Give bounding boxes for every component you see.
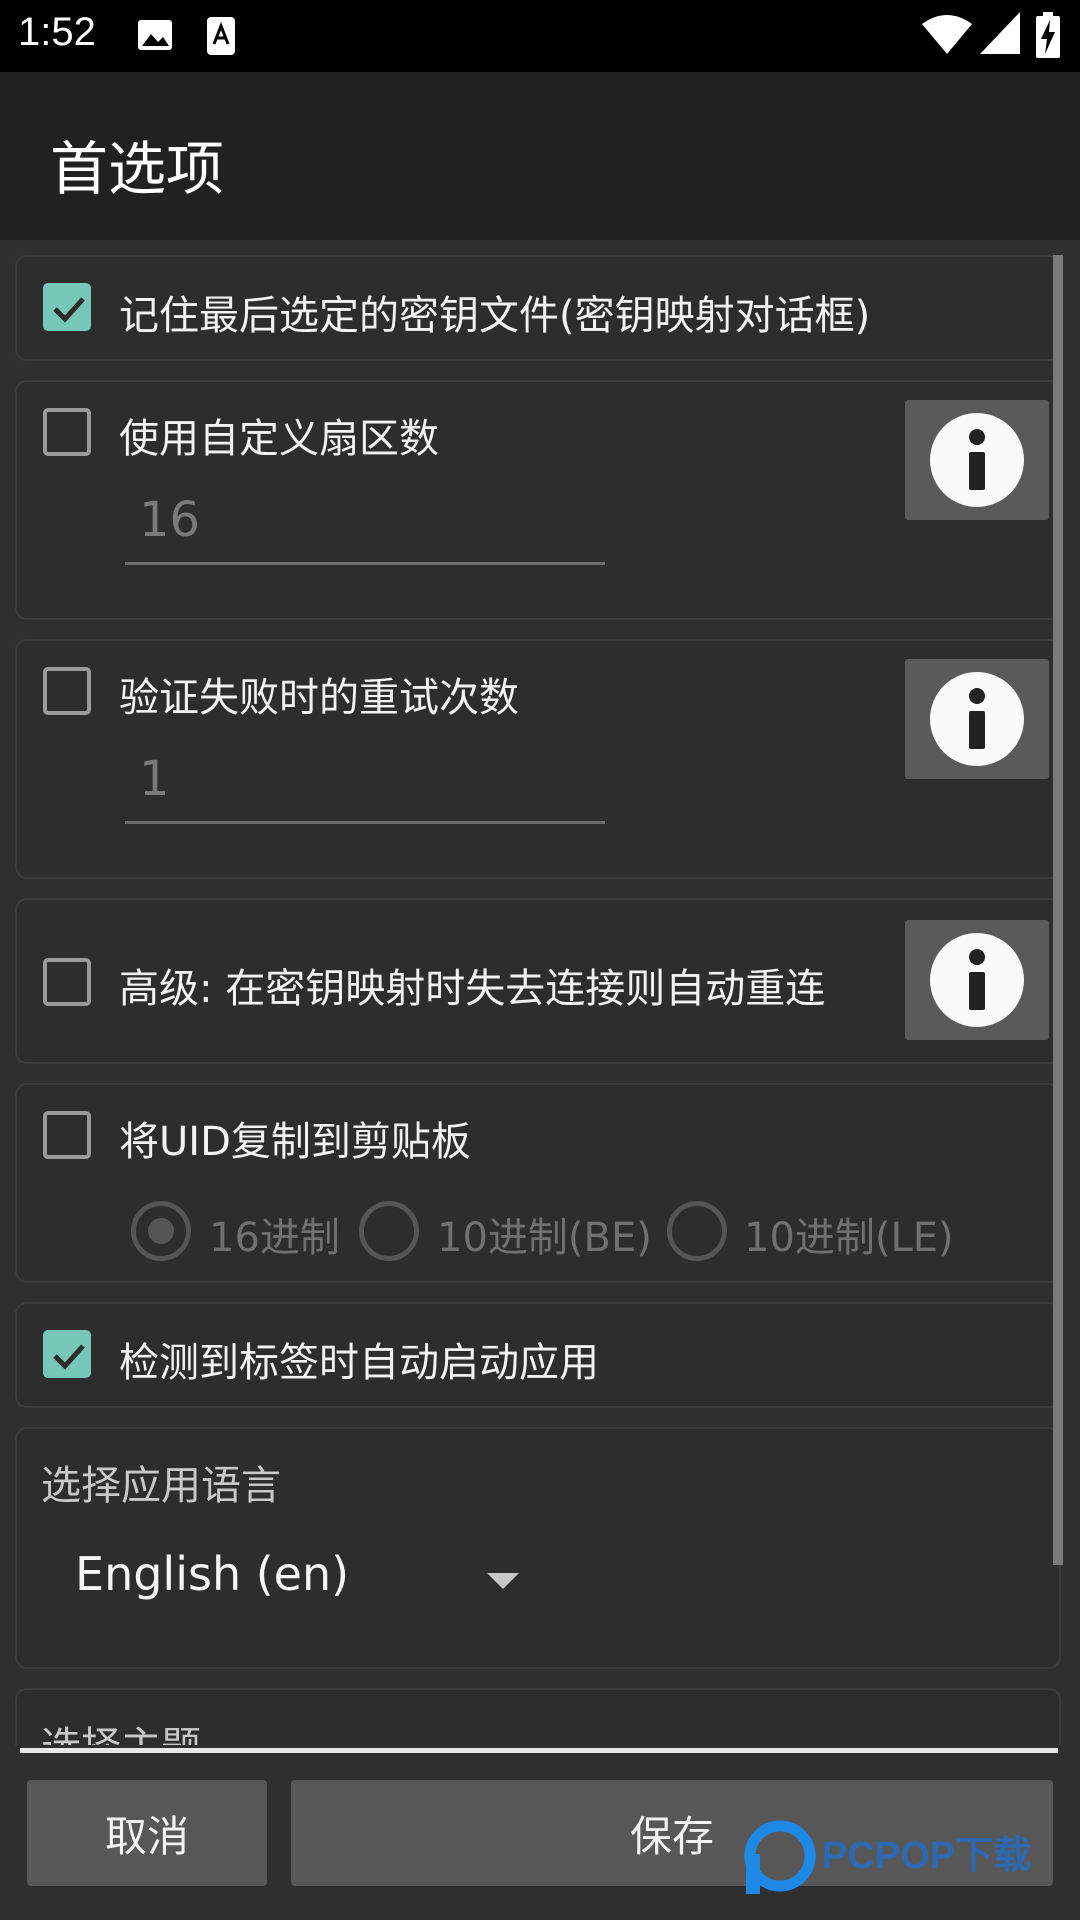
- retry-count-checkbox[interactable]: [43, 667, 91, 715]
- custom-sectors-input[interactable]: 16: [125, 480, 605, 565]
- custom-sectors-info-button[interactable]: [905, 400, 1049, 520]
- page-title: 首选项: [50, 135, 225, 203]
- divider: [20, 1748, 1058, 1753]
- scrollbar[interactable]: [1053, 255, 1063, 1565]
- font-a-icon: [206, 16, 236, 60]
- setting-custom-sectors: 使用自定义扇区数 16: [15, 380, 1061, 620]
- custom-sectors-value: 16: [139, 492, 201, 548]
- retry-count-input[interactable]: 1: [125, 739, 605, 824]
- setting-language: 选择应用语言 English (en): [15, 1427, 1061, 1669]
- status-bar: 1:52: [0, 0, 1080, 72]
- setting-remember-keyfile: 记住最后选定的密钥文件(密钥映射对话框): [15, 255, 1061, 361]
- copy-uid-label: 将UID复制到剪贴板: [119, 1119, 471, 1165]
- radio-selected-dot: [148, 1218, 174, 1244]
- info-icon: [930, 413, 1024, 507]
- setting-auto-reconnect: 高级: 在密钥映射时失去连接则自动重连: [15, 898, 1061, 1064]
- copy-uid-checkbox[interactable]: [43, 1111, 91, 1159]
- setting-auto-launch: 检测到标签时自动启动应用: [15, 1302, 1061, 1408]
- radio-hex-label: 16进制: [209, 1215, 340, 1261]
- remember-keyfile-checkbox[interactable]: [43, 283, 91, 331]
- auto-launch-label: 检测到标签时自动启动应用: [119, 1340, 599, 1386]
- retry-count-info-button[interactable]: [905, 659, 1049, 779]
- radio-dec-be[interactable]: [359, 1201, 419, 1261]
- info-icon: [930, 672, 1024, 766]
- wifi-icon: [922, 12, 972, 60]
- theme-title: 选择主题: [41, 1714, 201, 1745]
- pcpop-logo-icon: PCPOP下载: [744, 1820, 1031, 1894]
- status-time: 1:52: [18, 10, 96, 54]
- setting-copy-uid: 将UID复制到剪贴板 16进制 10进制(BE) 10进制(LE): [15, 1083, 1061, 1283]
- cancel-button[interactable]: 取消: [27, 1780, 267, 1886]
- auto-reconnect-info-button[interactable]: [905, 920, 1049, 1040]
- radio-hex[interactable]: [131, 1201, 191, 1261]
- radio-dec-le-label: 10进制(LE): [744, 1215, 954, 1261]
- app-bar: 首选项: [0, 72, 1080, 240]
- auto-reconnect-checkbox[interactable]: [43, 958, 91, 1006]
- remember-keyfile-label: 记住最后选定的密钥文件(密钥映射对话框): [119, 293, 871, 339]
- dropdown-arrow-icon: [487, 1573, 519, 1589]
- auto-launch-checkbox[interactable]: [43, 1330, 91, 1378]
- svg-text:PCPOP下载: PCPOP下载: [822, 1835, 1031, 1877]
- radio-dec-le[interactable]: [667, 1201, 727, 1261]
- image-icon: [136, 16, 174, 58]
- settings-list[interactable]: 记住最后选定的密钥文件(密钥映射对话框) 使用自定义扇区数 16 验证失败时的重…: [0, 240, 1080, 1745]
- battery-charging-icon: [1036, 12, 1060, 62]
- checkmark-icon: [53, 297, 85, 323]
- language-selected: English (en): [75, 1547, 350, 1601]
- watermark: PCPOP下载: [742, 1818, 1062, 1902]
- setting-theme: 选择主题: [15, 1688, 1061, 1745]
- custom-sectors-label: 使用自定义扇区数: [119, 416, 439, 462]
- auto-reconnect-label: 高级: 在密钥映射时失去连接则自动重连: [119, 966, 826, 1012]
- setting-retry-count: 验证失败时的重试次数 1: [15, 639, 1061, 879]
- retry-count-label: 验证失败时的重试次数: [119, 675, 519, 721]
- signal-icon: [980, 12, 1020, 58]
- info-icon: [930, 933, 1024, 1027]
- language-dropdown[interactable]: English (en): [27, 1529, 527, 1619]
- custom-sectors-checkbox[interactable]: [43, 408, 91, 456]
- language-title: 选择应用语言: [41, 1463, 281, 1509]
- radio-dec-be-label: 10进制(BE): [437, 1215, 652, 1261]
- retry-count-value: 1: [139, 751, 170, 807]
- checkmark-icon: [53, 1344, 85, 1370]
